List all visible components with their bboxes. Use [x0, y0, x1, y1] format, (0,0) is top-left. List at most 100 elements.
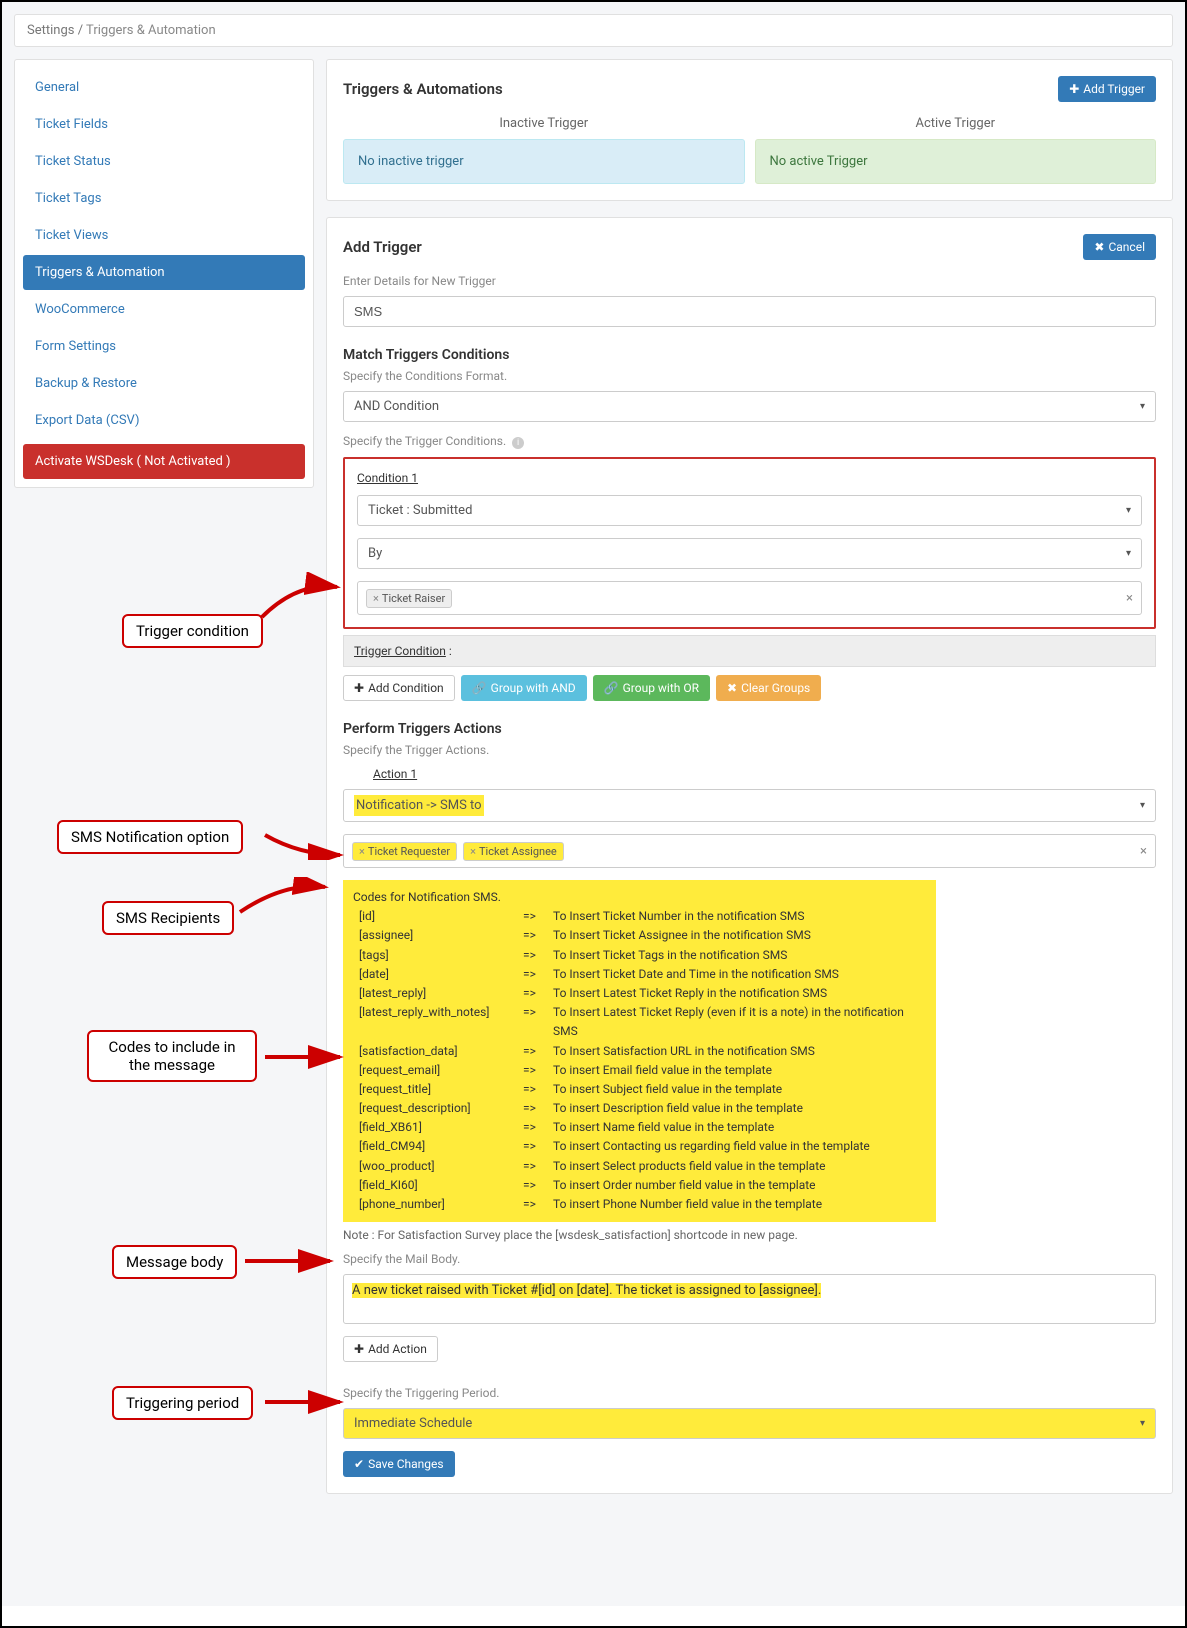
save-changes-button[interactable]: ✔ Save Changes	[343, 1451, 455, 1477]
tag-remove-icon[interactable]: ×	[373, 592, 379, 605]
breadcrumb-root[interactable]: Settings	[27, 23, 74, 38]
callout-sms-recipients: SMS Recipients	[102, 901, 234, 935]
code-name: [field_XB61]	[353, 1118, 523, 1137]
group-with-and-button[interactable]: 🔗 Group with AND	[461, 675, 587, 701]
action-1-title: Action 1	[373, 767, 1156, 781]
close-icon: ✖	[1094, 240, 1104, 254]
info-icon[interactable]: i	[512, 437, 524, 449]
triggering-period-select[interactable]: Immediate Schedule	[343, 1408, 1156, 1439]
code-desc: To insert Description field value in the…	[553, 1099, 926, 1118]
code-desc: To insert Email field value in the templ…	[553, 1061, 926, 1080]
code-name: [satisfaction_data]	[353, 1042, 523, 1061]
arrow-icon	[235, 877, 335, 917]
code-desc: To Insert Ticket Number in the notificat…	[553, 907, 926, 926]
sidebar-item-general[interactable]: General	[23, 70, 305, 105]
arrow-icon	[260, 820, 350, 860]
sidebar-item-form-settings[interactable]: Form Settings	[23, 329, 305, 364]
check-icon: ✔	[354, 1457, 364, 1471]
condition-1-value-input[interactable]: × Ticket Raiser ×	[357, 581, 1142, 615]
add-trigger-heading: Add Trigger	[343, 238, 422, 256]
code-name: [id]	[353, 907, 523, 926]
code-name: [request_title]	[353, 1080, 523, 1099]
arrow-text: =>	[523, 1137, 553, 1156]
code-row: [latest_reply]=>To Insert Latest Ticket …	[353, 984, 926, 1003]
callout-codes: Codes to include in the message	[87, 1030, 257, 1082]
arrow-text: =>	[523, 1042, 553, 1061]
notification-type-select[interactable]: Notification -> SMS to	[343, 789, 1156, 822]
triggers-heading: Triggers & Automations	[343, 80, 503, 98]
trigger-name-input[interactable]	[343, 296, 1156, 327]
arrow-text: =>	[523, 965, 553, 984]
tag-remove-icon[interactable]: ×	[470, 845, 476, 858]
condition-1-operator-select[interactable]: By	[357, 538, 1142, 569]
sms-recipients-input[interactable]: × Ticket Requester × Ticket Assignee ×	[343, 834, 1156, 868]
conditions-format-select[interactable]: AND Condition	[343, 391, 1156, 422]
sidebar-item-ticket-views[interactable]: Ticket Views	[23, 218, 305, 253]
code-row: [assignee]=>To Insert Ticket Assignee in…	[353, 926, 926, 945]
group-with-or-button[interactable]: 🔗 Group with OR	[593, 675, 710, 701]
callout-sms-option: SMS Notification option	[57, 820, 243, 854]
plus-icon: ✚	[1069, 82, 1079, 96]
clear-icon[interactable]: ×	[1126, 591, 1133, 606]
sidebar-item-triggers-automation[interactable]: Triggers & Automation	[23, 255, 305, 290]
sidebar-item-export-data[interactable]: Export Data (CSV)	[23, 403, 305, 438]
clear-groups-button[interactable]: ✖ Clear Groups	[716, 675, 821, 701]
code-row: [field_KI60]=>To insert Order number fie…	[353, 1176, 926, 1195]
callout-trigger-condition: Trigger condition	[122, 614, 263, 648]
plus-icon: ✚	[354, 681, 364, 695]
code-row: [request_description]=>To insert Descrip…	[353, 1099, 926, 1118]
arrow-text: =>	[523, 1157, 553, 1176]
sidebar-item-ticket-fields[interactable]: Ticket Fields	[23, 107, 305, 142]
code-row: [field_CM94]=>To insert Contacting us re…	[353, 1137, 926, 1156]
arrow-text: =>	[523, 1061, 553, 1080]
code-desc: To Insert Ticket Date and Time in the no…	[553, 965, 926, 984]
sidebar: General Ticket Fields Ticket Status Tick…	[14, 59, 314, 488]
add-trigger-button[interactable]: ✚ Add Trigger	[1058, 76, 1156, 102]
condition-1-title: Condition 1	[357, 471, 1142, 485]
code-row: [field_XB61]=>To insert Name field value…	[353, 1118, 926, 1137]
code-row: [satisfaction_data]=>To Insert Satisfact…	[353, 1042, 926, 1061]
code-name: [date]	[353, 965, 523, 984]
sidebar-item-ticket-status[interactable]: Ticket Status	[23, 144, 305, 179]
active-trigger-title: Active Trigger	[755, 116, 1157, 131]
condition-1-field-select[interactable]: Ticket : Submitted	[357, 495, 1142, 526]
sidebar-item-woocommerce[interactable]: WooCommerce	[23, 292, 305, 327]
sidebar-item-ticket-tags[interactable]: Ticket Tags	[23, 181, 305, 216]
code-row: [tags]=>To Insert Ticket Tags in the not…	[353, 946, 926, 965]
code-desc: To Insert Latest Ticket Reply in the not…	[553, 984, 926, 1003]
arrow-text: =>	[523, 1003, 553, 1041]
add-action-button[interactable]: ✚ Add Action	[343, 1336, 438, 1362]
plus-icon: ✚	[354, 1342, 364, 1356]
code-desc: To insert Phone Number field value in th…	[553, 1195, 926, 1214]
tag-ticket-requester[interactable]: × Ticket Requester	[352, 842, 457, 861]
sidebar-item-backup-restore[interactable]: Backup & Restore	[23, 366, 305, 401]
arrow-icon	[260, 1042, 350, 1072]
tag-ticket-raiser[interactable]: × Ticket Raiser	[366, 589, 452, 608]
code-name: [request_email]	[353, 1061, 523, 1080]
trigger-actions-label: Specify the Trigger Actions.	[343, 743, 1156, 757]
add-condition-button[interactable]: ✚ Add Condition	[343, 675, 455, 701]
mail-body-textarea[interactable]: A new ticket raised with Ticket #[id] on…	[343, 1274, 1156, 1324]
code-desc: To Insert Satisfaction URL in the notifi…	[553, 1042, 926, 1061]
code-name: [assignee]	[353, 926, 523, 945]
clear-icon[interactable]: ×	[1140, 844, 1147, 859]
code-row: [request_email]=>To insert Email field v…	[353, 1061, 926, 1080]
code-name: [request_description]	[353, 1099, 523, 1118]
arrow-text: =>	[523, 946, 553, 965]
inactive-trigger-box: No inactive trigger	[343, 139, 745, 184]
arrow-icon	[257, 572, 347, 622]
breadcrumb: Settings / Triggers & Automation	[14, 14, 1173, 47]
arrow-text: =>	[523, 1080, 553, 1099]
active-trigger-box: No active Trigger	[755, 139, 1157, 184]
arrow-text: =>	[523, 1099, 553, 1118]
add-trigger-panel: Add Trigger ✖ Cancel Enter Details for N…	[326, 217, 1173, 1494]
cancel-button[interactable]: ✖ Cancel	[1083, 234, 1156, 260]
tag-remove-icon[interactable]: ×	[359, 845, 365, 858]
code-name: [latest_reply_with_notes]	[353, 1003, 523, 1041]
activate-wsdesk-button[interactable]: Activate WSDesk ( Not Activated )	[23, 444, 305, 479]
code-desc: To insert Select products field value in…	[553, 1157, 926, 1176]
triggers-panel: Triggers & Automations ✚ Add Trigger Ina…	[326, 59, 1173, 201]
tag-ticket-assignee[interactable]: × Ticket Assignee	[463, 842, 564, 861]
code-row: [phone_number]=>To insert Phone Number f…	[353, 1195, 926, 1214]
inactive-trigger-title: Inactive Trigger	[343, 116, 745, 131]
